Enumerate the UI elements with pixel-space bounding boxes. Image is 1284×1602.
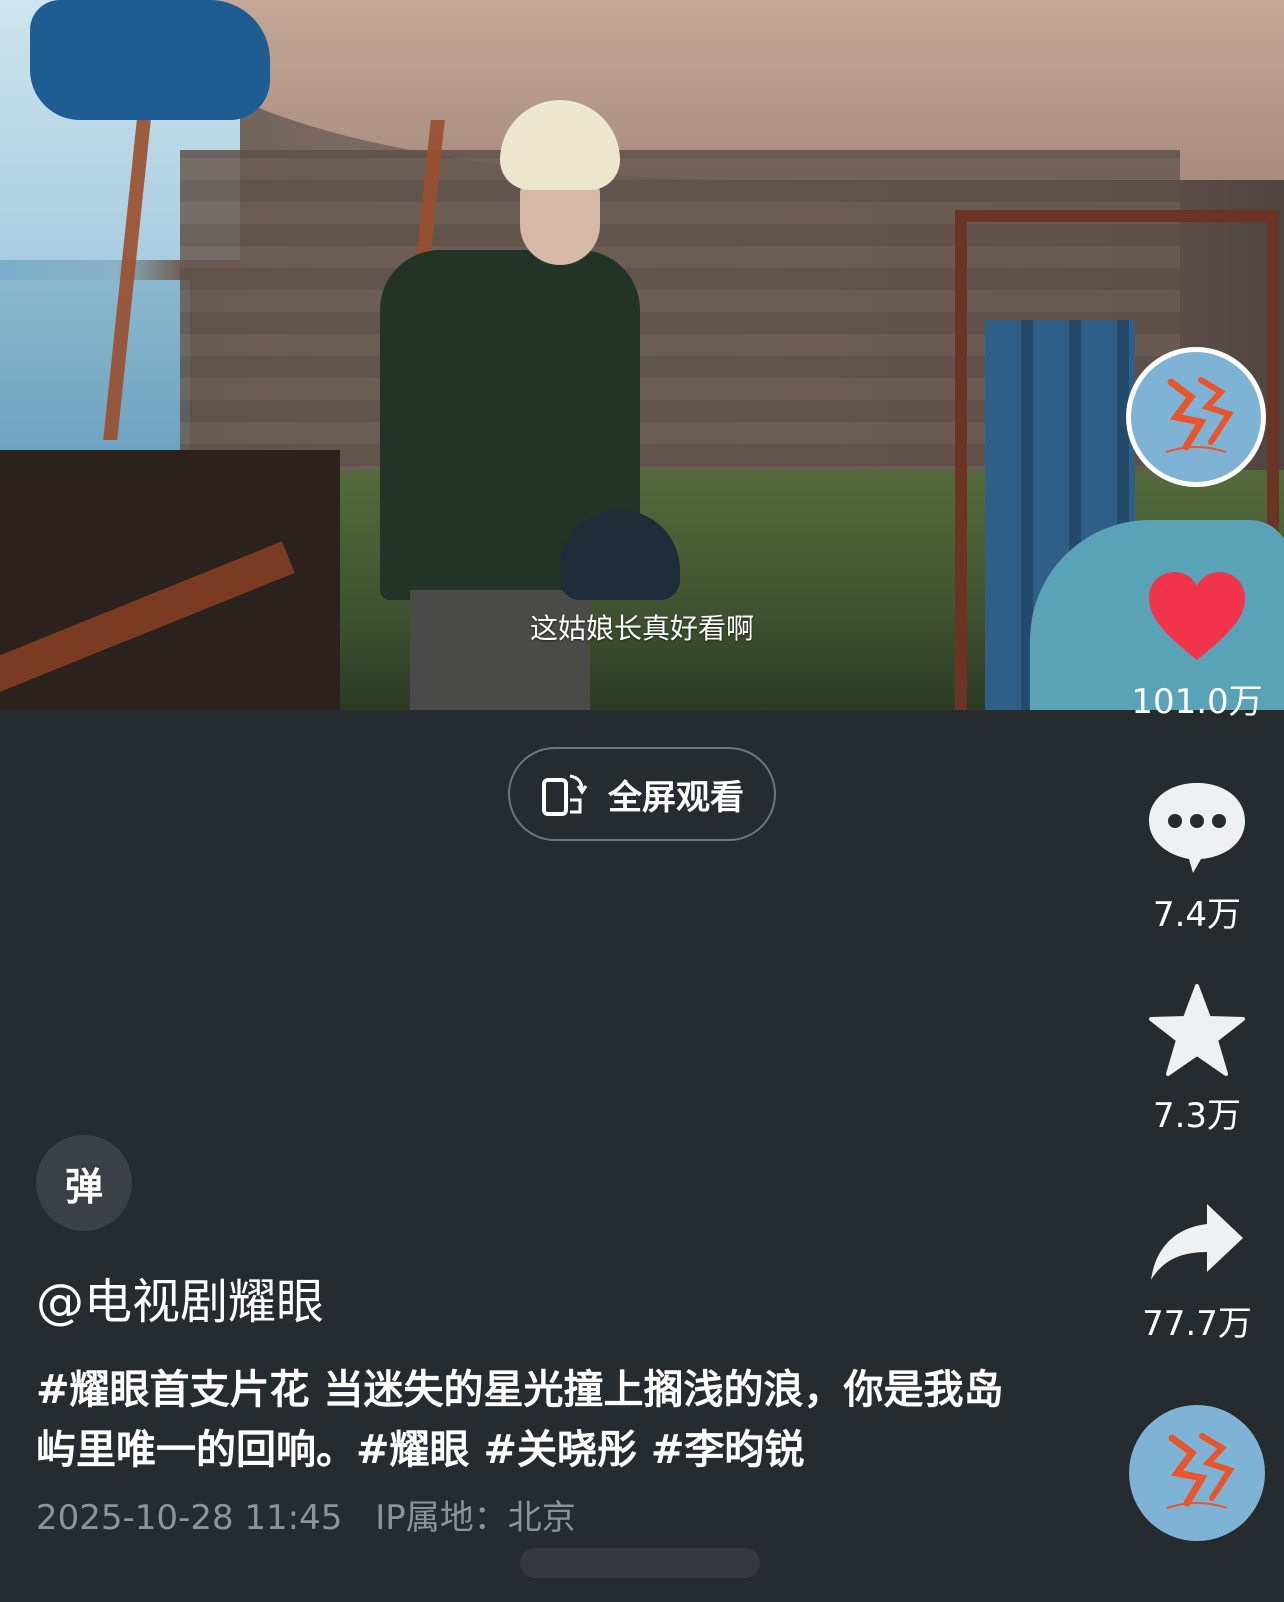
video-player[interactable]: 这姑娘长真好看啊 xyxy=(0,0,1284,710)
comment-button[interactable]: 7.4万 xyxy=(1117,777,1277,936)
favorite-button[interactable]: 7.3万 xyxy=(1117,982,1277,1137)
share-button[interactable]: 77.7万 xyxy=(1117,1200,1277,1345)
music-disc-avatar[interactable] xyxy=(1129,1405,1265,1541)
post-meta: 2025-10-28 11:45 IP属地：北京 xyxy=(36,1490,598,1539)
author-avatar[interactable] xyxy=(1126,347,1266,487)
video-blue-tarp xyxy=(30,0,270,120)
share-count: 77.7万 xyxy=(1142,1304,1252,1344)
actor-hair xyxy=(500,100,620,190)
post-timestamp: 2025-10-28 11:45 xyxy=(36,1498,343,1538)
post-caption: #耀眼首支片花 当迷失的星光撞上搁浅的浪，你是我岛屿里唯一的回响。#耀眼 #关晓… xyxy=(36,1367,1004,1473)
danmu-label: 弹 xyxy=(64,1164,103,1209)
favorite-count: 7.3万 xyxy=(1152,1096,1242,1136)
author-name[interactable]: @电视剧耀眼 xyxy=(36,1262,324,1332)
dazzling-logo-icon xyxy=(1165,377,1234,453)
comment-count: 7.4万 xyxy=(1152,895,1242,935)
like-count: 101.0万 xyxy=(1131,682,1263,722)
ip-location: IP属地：北京 xyxy=(375,1498,576,1538)
comment-bubble-icon xyxy=(1149,783,1245,873)
watermark-blur xyxy=(520,1548,760,1578)
danmu-toggle-button[interactable]: 弹 xyxy=(36,1135,132,1231)
heart-icon xyxy=(1149,572,1245,660)
video-subtitle: 这姑娘长真好看啊 xyxy=(529,612,754,645)
fullscreen-label: 全屏观看 xyxy=(608,777,744,818)
share-arrow-icon xyxy=(1151,1204,1243,1280)
star-icon xyxy=(1149,984,1245,1076)
like-button[interactable]: 101.0万 xyxy=(1117,568,1277,723)
rotate-phone-icon xyxy=(542,774,588,816)
dazzling-logo-icon xyxy=(1166,1433,1235,1509)
fullscreen-button[interactable]: 全屏观看 xyxy=(508,747,776,841)
